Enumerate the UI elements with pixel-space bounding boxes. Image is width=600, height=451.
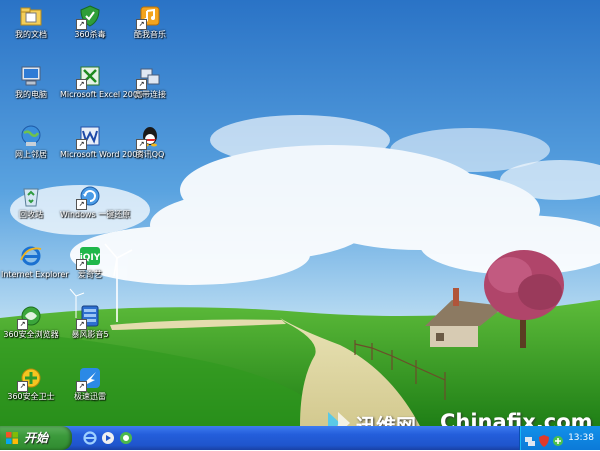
xunlei-icon: ↗ [76,366,102,392]
desktop-icon-label: 360杀毒 [74,30,106,39]
desktop-icon-word[interactable]: ↗ Microsoft Word 2003 [60,124,143,160]
shortcut-arrow-icon: ↗ [17,319,28,330]
desktop-icon-label: Microsoft Excel 2003 [60,90,144,99]
my-documents-icon [19,4,43,28]
360-antivirus-icon: ↗ [76,4,102,30]
quick-launch-internet-explorer-icon[interactable] [82,430,98,446]
desktop-icon-label: 网上邻居 [15,150,47,159]
shortcut-arrow-icon: ↗ [17,381,28,392]
taskbar: 开始 13:38 [0,426,600,450]
desktop-icon-label: Microsoft Word 2003 [60,150,143,159]
recycle-bin-icon [19,184,43,208]
desktop-icon-label: 我的电脑 [15,90,47,99]
shortcut-arrow-icon: ↗ [136,79,147,90]
start-label: 开始 [24,431,49,445]
desktop-icon-qq[interactable]: ↗ 腾讯QQ [120,124,180,160]
desktop-icon-360-antivirus[interactable]: ↗ 360杀毒 [60,4,120,40]
desktop: 我的文档 我的电脑 网上邻居 回收站 Internet Explorer ↗ 3… [0,0,600,426]
desktop-icon-label: 我的文档 [15,30,47,39]
desktop-icon-label: 极速迅雷 [74,392,106,401]
desktop-icon-label: Windows 一键还原 [60,210,131,219]
excel-icon: ↗ [76,64,102,90]
shortcut-arrow-icon: ↗ [136,139,147,150]
desktop-icon-network-places[interactable]: 网上邻居 [1,124,61,160]
desktop-icon-label: 暴风影音5 [71,330,109,339]
desktop-icon-windows-restore[interactable]: ↗ Windows 一键还原 [60,184,131,220]
internet-explorer-icon [19,244,43,268]
desktop-icon-xunlei[interactable]: ↗ 极速迅雷 [60,366,120,402]
security-shield-icon[interactable] [538,432,550,447]
start-button[interactable]: 开始 [0,426,72,450]
word-icon: ↗ [76,124,102,150]
desktop-icon-label: 回收站 [19,210,43,219]
system-tray: 13:38 [519,426,600,450]
desktop-icon-kuwo-music[interactable]: ↗ 酷我音乐 [120,4,180,40]
quick-launch-media-player-icon[interactable] [100,430,116,446]
desktop-icon-my-documents[interactable]: 我的文档 [1,4,61,40]
desktop-icon-iqiyi[interactable]: iQIY ↗ 爱奇艺 [60,244,120,280]
360-browser-icon: ↗ [17,304,43,330]
desktop-icon-my-computer[interactable]: 我的电脑 [1,64,61,100]
broadband-connection-icon: ↗ [136,64,162,90]
qq-icon: ↗ [136,124,162,150]
desktop-icon-label: 腾讯QQ [135,150,165,159]
desktop-icon-recycle-bin[interactable]: 回收站 [1,184,61,220]
desktop-icon-360-browser[interactable]: ↗ 360安全浏览器 [1,304,61,340]
desktop-icon-360-security-guard[interactable]: ↗ 360安全卫士 [1,366,61,402]
baofeng-player-icon: ↗ [76,304,102,330]
shortcut-arrow-icon: ↗ [76,259,87,270]
network-places-icon [19,124,43,148]
desktop-icon-label: 宽带连接 [134,90,166,99]
shortcut-arrow-icon: ↗ [136,19,147,30]
shortcut-arrow-icon: ↗ [76,139,87,150]
shortcut-arrow-icon: ↗ [76,199,87,210]
desktop-icon-baofeng-player[interactable]: ↗ 暴风影音5 [60,304,120,340]
shortcut-arrow-icon: ↗ [76,19,87,30]
desktop-icon-label: 酷我音乐 [134,30,166,39]
360-security-guard-icon: ↗ [17,366,43,392]
desktop-icon-excel[interactable]: ↗ Microsoft Excel 2003 [60,64,144,100]
360-tray-icon[interactable] [552,432,564,446]
iqiyi-icon: iQIY ↗ [76,244,102,270]
desktop-icon-internet-explorer[interactable]: Internet Explorer [1,244,69,280]
windows-logo-icon [6,432,18,444]
desktop-icon-label: 360安全浏览器 [3,330,59,339]
shortcut-arrow-icon: ↗ [76,319,87,330]
desktop-icon-label: 360安全卫士 [7,392,55,401]
desktop-icon-label: 爱奇艺 [78,270,102,279]
network-icon[interactable] [524,432,536,446]
windows-restore-icon: ↗ [76,184,102,210]
shortcut-arrow-icon: ↗ [76,79,87,90]
kuwo-music-icon: ↗ [136,4,162,30]
clock[interactable]: 13:38 [568,426,594,450]
my-computer-icon [19,64,43,88]
desktop-icon-broadband-connection[interactable]: ↗ 宽带连接 [120,64,180,100]
quick-launch-show-desktop-icon[interactable] [118,430,134,446]
desktop-icon-label: Internet Explorer [1,270,69,279]
shortcut-arrow-icon: ↗ [76,381,87,392]
